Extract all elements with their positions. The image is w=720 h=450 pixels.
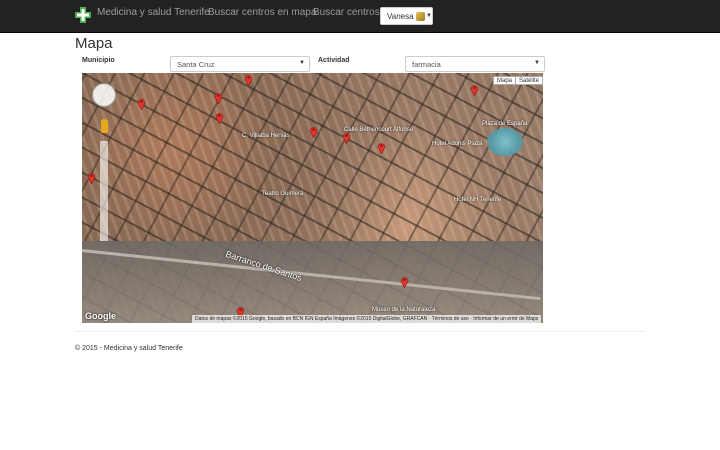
- map-pin-icon[interactable]: [214, 91, 223, 104]
- map-attribution[interactable]: Datos de mapas ©2015 Google, basado en B…: [192, 315, 542, 323]
- municipio-value: Santa Cruz: [177, 60, 215, 69]
- actividad-label: Actividad: [318, 57, 350, 64]
- pan-control-icon[interactable]: [92, 83, 116, 107]
- actividad-value: farmacia: [412, 60, 441, 69]
- brand-link[interactable]: Medicina y salud Tenerife: [97, 7, 210, 18]
- place-label: Plaza de España: [482, 121, 528, 127]
- map-pin-icon[interactable]: [215, 111, 224, 124]
- chevron-down-icon: ▼: [299, 60, 305, 66]
- map-pin-icon[interactable]: [377, 141, 386, 154]
- place-label: Museo de la Naturaleza: [372, 307, 436, 313]
- user-name: Vanesa: [387, 11, 414, 21]
- nav-link-search[interactable]: Buscar centros: [313, 7, 380, 18]
- municipio-label: Municipio: [82, 57, 115, 64]
- municipio-select[interactable]: Santa Cruz ▼: [170, 56, 310, 72]
- satellite-map[interactable]: Barranco de Santos Calle Bethencourt Alf…: [82, 73, 543, 323]
- map-pin-icon[interactable]: [342, 131, 351, 144]
- medical-cross-icon[interactable]: [74, 6, 92, 24]
- map-pin-icon[interactable]: [400, 275, 409, 288]
- map-type-mapa-button[interactable]: Mapa: [493, 76, 517, 85]
- place-label: C. Villalba Hervás: [242, 133, 290, 139]
- page-title: Mapa: [75, 35, 113, 52]
- divider: [75, 331, 645, 332]
- map-type-satellite-button[interactable]: Satélite: [515, 76, 543, 85]
- map-pin-icon[interactable]: [244, 73, 253, 86]
- caret-down-icon: ▼: [426, 13, 432, 19]
- map-pin-icon[interactable]: [137, 97, 146, 110]
- place-label: Hotel NH Tenerife: [454, 197, 502, 203]
- map-pin-icon[interactable]: [87, 171, 96, 184]
- actividad-select[interactable]: farmacia ▼: [405, 56, 545, 72]
- nav-link-map-search[interactable]: Buscar centros en mapa: [208, 7, 316, 18]
- navbar: Medicina y salud Tenerife Buscar centros…: [0, 0, 720, 33]
- place-label: Calle Bethencourt Alfonso: [344, 127, 414, 133]
- google-logo: Google: [85, 311, 116, 321]
- place-label: Hotel Adonis Plaza: [432, 141, 483, 147]
- zoom-slider[interactable]: [100, 141, 108, 241]
- port-area: [82, 241, 543, 323]
- plaza-fountain: [487, 128, 523, 156]
- avatar: [415, 11, 426, 21]
- user-menu-button[interactable]: Vanesa ▼: [380, 7, 433, 25]
- place-label: Teatro Guimerá: [262, 191, 304, 197]
- footer-text: © 2015 - Medicina y salud Tenerife: [75, 345, 183, 352]
- chevron-down-icon: ▼: [534, 60, 540, 66]
- map-pin-icon[interactable]: [470, 83, 479, 96]
- map-pin-icon[interactable]: [309, 125, 318, 138]
- pegman-icon[interactable]: [101, 119, 108, 133]
